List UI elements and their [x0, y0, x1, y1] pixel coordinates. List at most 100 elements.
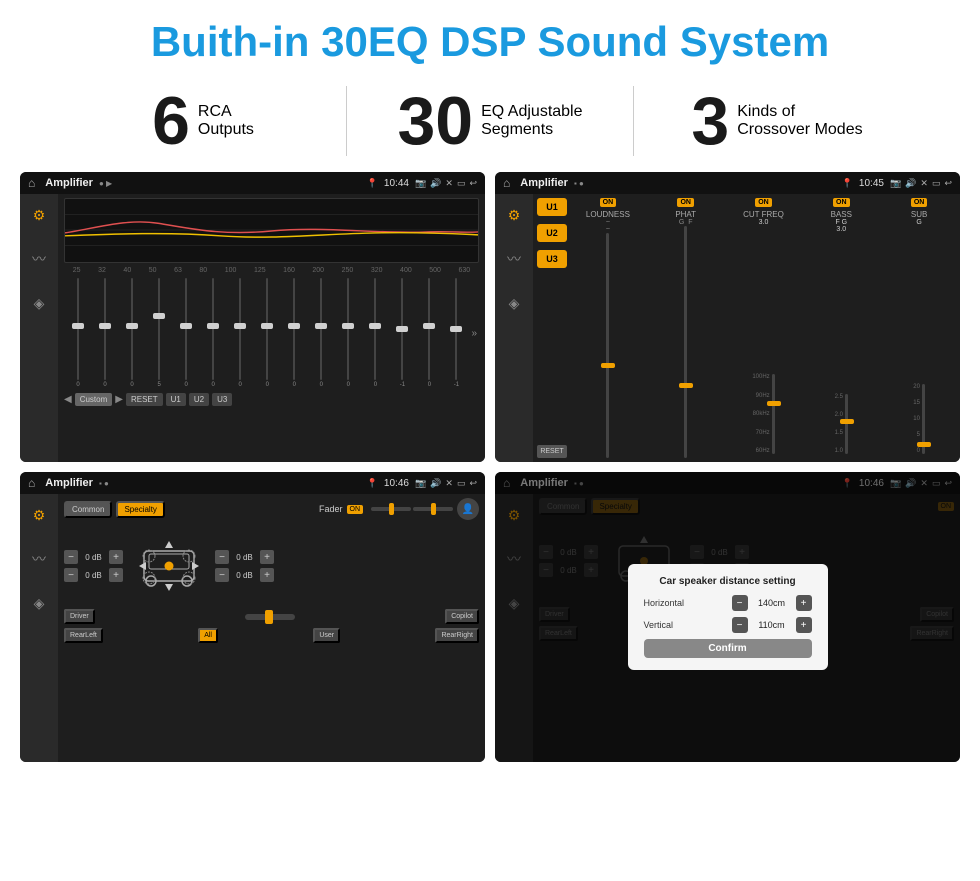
eq-slider-8[interactable]: 0	[282, 278, 306, 388]
sidebar-speaker-icon-3[interactable]: ◈	[26, 590, 52, 616]
cutfreq-slider[interactable]	[772, 374, 775, 454]
vertical-row: Vertical − 110cm +	[644, 617, 812, 633]
fl-minus[interactable]: −	[64, 550, 78, 564]
loudness-slider[interactable]	[606, 233, 609, 458]
phat-slider[interactable]	[684, 226, 687, 458]
rearright-btn[interactable]: RearRight	[435, 628, 479, 643]
rearleft-btn[interactable]: RearLeft	[64, 628, 103, 643]
cutfreq-on-badge[interactable]: ON	[755, 198, 772, 207]
eq-slider-2[interactable]: 0	[120, 278, 144, 388]
u3-channel-btn[interactable]: U3	[537, 250, 567, 268]
eq-sliders-row: 0 0 0 5 0 0 0 0 0 0 0 0 -1 0 -1	[64, 278, 479, 388]
rl-val: 0 dB	[81, 571, 106, 580]
eq-u2-btn[interactable]: U2	[189, 393, 209, 406]
eq-reset-btn[interactable]: RESET	[126, 393, 163, 406]
vertical-plus-btn[interactable]: +	[796, 617, 812, 633]
fr-minus[interactable]: −	[215, 550, 229, 564]
u1-channel-btn[interactable]: U1	[537, 198, 567, 216]
sidebar-speaker-icon-2[interactable]: ◈	[501, 290, 527, 316]
back-icon: ↩	[469, 178, 477, 189]
pin-icon: 📍	[367, 178, 378, 189]
eq-slider-6[interactable]: 0	[228, 278, 252, 388]
crossover-home-icon: ⌂	[503, 176, 510, 190]
crossover-screen: ⌂ Amplifier ▪ ● 📍 10:45 📷 🔊 ✕ ▭ ↩ ⚙ 〰	[495, 172, 960, 462]
bass-on-badge[interactable]: ON	[833, 198, 850, 207]
fader-slider-2[interactable]	[413, 507, 453, 511]
driver-btn[interactable]: Driver	[64, 609, 95, 624]
confirm-button[interactable]: Confirm	[644, 639, 812, 658]
loudness-label: LOUDNESS	[586, 210, 630, 219]
eq-status-bar: ⌂ Amplifier ● ▶ 📍 10:44 📷 🔊 ✕ ▭ ↩	[20, 172, 485, 194]
vertical-minus-btn[interactable]: −	[732, 617, 748, 633]
all-btn[interactable]: All	[198, 628, 218, 643]
settings-icon[interactable]: 👤	[457, 498, 479, 520]
eq-screen: ⌂ Amplifier ● ▶ 📍 10:44 📷 🔊 ✕ ▭ ↩ ⚙ 〰	[20, 172, 485, 462]
sidebar-wave-icon-3[interactable]: 〰	[26, 546, 52, 572]
sidebar-eq-icon-3[interactable]: ⚙	[26, 502, 52, 528]
eq-u3-btn[interactable]: U3	[212, 393, 232, 406]
sidebar-wave-icon-2[interactable]: 〰	[501, 246, 527, 272]
cutfreq-control: ON CUT FREQ 3.0 100Hz90Hz80kHz70Hz60Hz	[727, 198, 801, 458]
crossover-reset-btn[interactable]: RESET	[537, 445, 567, 458]
eq-u1-btn[interactable]: U1	[166, 393, 186, 406]
rl-minus[interactable]: −	[64, 568, 78, 582]
eq-next-btn[interactable]: ▶	[115, 394, 123, 405]
front-left-vol: − 0 dB +	[64, 550, 123, 564]
eq-main-content: 253240506380100125160200250320400500630 …	[58, 194, 485, 462]
sidebar-wave-icon[interactable]: 〰	[26, 246, 52, 272]
eq-slider-11[interactable]: 0	[363, 278, 387, 388]
tab-common[interactable]: Common	[64, 501, 112, 518]
fader-time: 10:46	[384, 478, 409, 489]
loudness-on-badge[interactable]: ON	[600, 198, 617, 207]
sidebar-eq-icon-2[interactable]: ⚙	[501, 202, 527, 228]
battery-icon-3: ▭	[457, 478, 466, 489]
rear-left-vol: − 0 dB +	[64, 568, 123, 582]
bass-slider[interactable]	[845, 394, 848, 454]
eq-slider-1[interactable]: 0	[93, 278, 117, 388]
rr-minus[interactable]: −	[215, 568, 229, 582]
rl-plus[interactable]: +	[109, 568, 123, 582]
eq-graph-svg	[65, 199, 478, 262]
eq-custom-btn[interactable]: Custom	[75, 393, 113, 406]
fr-val: 0 dB	[232, 553, 257, 562]
eq-slider-5[interactable]: 0	[201, 278, 225, 388]
eq-slider-12[interactable]: -1	[390, 278, 414, 388]
fader-slider-1[interactable]	[371, 507, 411, 511]
copilot-btn[interactable]: Copilot	[445, 609, 479, 624]
fr-plus[interactable]: +	[260, 550, 274, 564]
rr-plus[interactable]: +	[260, 568, 274, 582]
sub-on-badge[interactable]: ON	[911, 198, 928, 207]
tab-specialty[interactable]: Specialty	[116, 501, 164, 518]
eq-slider-9[interactable]: 0	[309, 278, 333, 388]
crossover-main-content: U1 U2 U3 RESET ON LOUDNESS ~ ~	[533, 194, 960, 462]
sub-slider[interactable]	[922, 384, 925, 454]
fl-plus[interactable]: +	[109, 550, 123, 564]
vertical-value: 110cm	[752, 620, 792, 630]
eq-slider-10[interactable]: 0	[336, 278, 360, 388]
sidebar-speaker-icon[interactable]: ◈	[26, 290, 52, 316]
battery-icon-2: ▭	[932, 178, 941, 189]
fader-on-badge[interactable]: ON	[347, 505, 364, 514]
eq-slider-14[interactable]: -1	[444, 278, 468, 388]
sub-label: SUB	[911, 210, 927, 219]
eq-prev-btn[interactable]: ◀	[64, 394, 72, 405]
fader-h-sliders	[371, 507, 453, 511]
horizontal-plus-btn[interactable]: +	[796, 595, 812, 611]
stat-label-rca: RCA Outputs	[198, 103, 254, 139]
sidebar-eq-icon[interactable]: ⚙	[26, 202, 52, 228]
u2-channel-btn[interactable]: U2	[537, 224, 567, 242]
page-title: Buith-in 30EQ DSP Sound System	[0, 0, 980, 76]
horizontal-minus-btn[interactable]: −	[732, 595, 748, 611]
user-btn[interactable]: User	[313, 628, 340, 643]
stat-crossover: 3 Kinds of Crossover Modes	[634, 87, 920, 155]
center-slider[interactable]	[245, 614, 295, 620]
eq-controls-area: ON LOUDNESS ~ ~ ON PHAT	[571, 198, 956, 458]
eq-slider-7[interactable]: 0	[255, 278, 279, 388]
more-icon[interactable]: »	[471, 328, 477, 339]
eq-slider-13[interactable]: 0	[417, 278, 441, 388]
stat-label-crossover: Kinds of Crossover Modes	[737, 103, 862, 139]
phat-on-badge[interactable]: ON	[677, 198, 694, 207]
eq-slider-4[interactable]: 0	[174, 278, 198, 388]
eq-slider-0[interactable]: 0	[66, 278, 90, 388]
eq-slider-3[interactable]: 5	[147, 278, 171, 388]
